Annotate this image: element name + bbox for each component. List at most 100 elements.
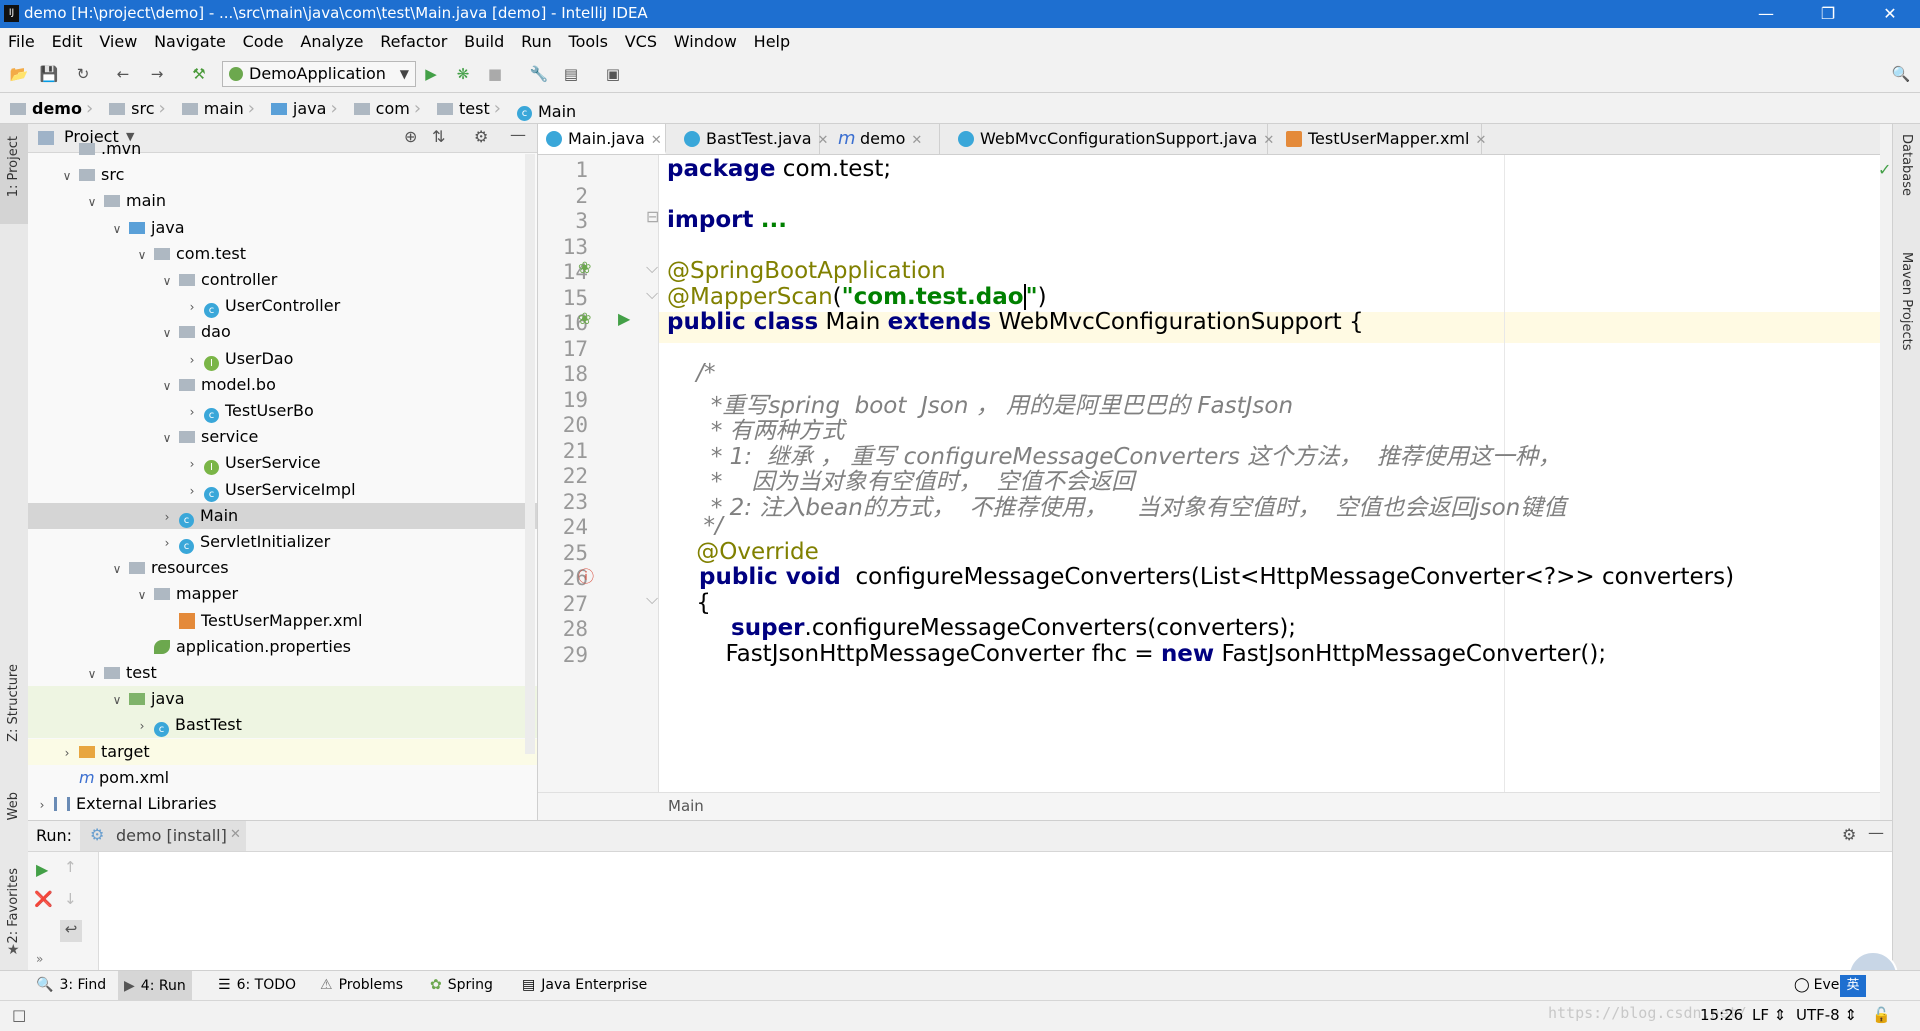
tree-row[interactable]: ∨ java	[28, 215, 537, 241]
menu-window[interactable]: Window	[674, 32, 737, 51]
sdk-icon[interactable]: ▣	[602, 63, 624, 85]
tree-row[interactable]: › c TestUserBo	[28, 398, 537, 424]
breadcrumb-main[interactable]: main ›	[172, 93, 261, 123]
tree-row[interactable]: ∨ resources	[28, 555, 537, 581]
tree-row[interactable]: ∨ model.bo	[28, 372, 537, 398]
run-icon[interactable]: ▶	[420, 63, 442, 85]
project-tool-button[interactable]: 1: Project	[0, 124, 28, 224]
breadcrumb-java[interactable]: java ›	[261, 93, 344, 123]
chevron-right-icon[interactable]: ›	[159, 504, 175, 530]
breadcrumb-src[interactable]: src ›	[99, 93, 172, 123]
tree-row[interactable]: › target	[28, 738, 537, 766]
chevron-right-icon[interactable]: ›	[59, 740, 75, 766]
tree-row[interactable]: › I UserService	[28, 450, 537, 476]
tree-row[interactable]: ∨ service	[28, 424, 537, 450]
pin-icon[interactable]: ❌	[34, 890, 53, 908]
menu-build[interactable]: Build	[464, 32, 504, 51]
chevron-down-icon[interactable]: ∨	[109, 687, 125, 713]
close-tab-icon[interactable]: ✕	[651, 133, 662, 148]
chevron-down-icon[interactable]: ∨	[84, 661, 100, 687]
up-arrow-icon[interactable]: ↑	[64, 858, 77, 876]
run-configuration-select[interactable]: DemoApplication ▼	[222, 61, 416, 87]
chevron-down-icon[interactable]: ∨	[84, 189, 100, 215]
spring-tool-button[interactable]: ✿ Spring	[430, 977, 493, 993]
chevron-down-icon[interactable]: ∨	[134, 242, 150, 268]
run-tab[interactable]: ⚙ demo [install] ✕	[80, 821, 246, 851]
menu-navigate[interactable]: Navigate	[154, 32, 226, 51]
build-hammer-icon[interactable]: ⚒	[188, 63, 210, 85]
minimize-button[interactable]: —	[1738, 0, 1794, 28]
tree-row[interactable]: › c Main	[28, 502, 537, 530]
chevron-right-icon[interactable]: ›	[184, 347, 200, 373]
chevron-right-icon[interactable]: ›	[184, 478, 200, 504]
chevron-right-icon[interactable]: ›	[34, 792, 50, 818]
chevron-right-icon[interactable]: ›	[159, 530, 175, 556]
structure-tool-button[interactable]: Z: Structure	[6, 664, 21, 742]
chevron-down-icon[interactable]: ∨	[59, 163, 75, 189]
chevron-right-icon[interactable]: ›	[184, 451, 200, 477]
menu-edit[interactable]: Edit	[52, 32, 83, 51]
breadcrumb-com[interactable]: com ›	[344, 93, 427, 123]
fold-icon[interactable]: ⌵	[646, 284, 658, 304]
tree-scrollbar[interactable]	[525, 154, 535, 754]
run-tool-button[interactable]: ▶ 4: Run	[118, 971, 192, 1001]
todo-tool-button[interactable]: ☰ 6: TODO	[218, 977, 296, 993]
tab-webmvc-java[interactable]: WebMvcConfigurationSupport.java ✕	[950, 124, 1274, 154]
close-tab-icon[interactable]: ✕	[1263, 133, 1274, 148]
toggle-tool-windows-icon[interactable]: □	[12, 1006, 26, 1024]
tree-row[interactable]: ∨ dao	[28, 319, 537, 345]
chevron-down-icon[interactable]: ∨	[109, 556, 125, 582]
forward-arrow-icon[interactable]: →	[146, 63, 168, 85]
tree-row[interactable]: › c BastTest	[28, 712, 537, 739]
tree-row[interactable]: › c UserServiceImpl	[28, 477, 537, 503]
chevron-down-icon[interactable]: ∨	[159, 373, 175, 399]
fold-icon[interactable]: ⊟	[646, 207, 659, 226]
chevron-right-icon[interactable]: ›	[184, 294, 200, 320]
menu-tools[interactable]: Tools	[569, 32, 608, 51]
breadcrumb-test[interactable]: test ›	[427, 93, 507, 123]
fold-icon[interactable]: ⌵	[646, 589, 658, 609]
tab-testusermapper-xml[interactable]: TestUserMapper.xml ✕	[1278, 124, 1486, 154]
breadcrumb-demo[interactable]: demo ›	[0, 93, 99, 123]
tab-demo-pom[interactable]: m demo ✕	[830, 124, 940, 154]
menu-analyze[interactable]: Analyze	[300, 32, 363, 51]
close-tab-icon[interactable]: ✕	[911, 133, 922, 148]
file-encoding[interactable]: UTF-8 ⇕	[1796, 1006, 1857, 1024]
tree-row[interactable]: ∨ java	[28, 686, 537, 713]
soft-wrap-icon[interactable]: ↩	[60, 920, 82, 942]
search-everywhere-icon[interactable]: 🔍	[1890, 63, 1912, 85]
chevron-right-icon[interactable]: ›	[184, 399, 200, 425]
close-tab-icon[interactable]: ✕	[818, 133, 829, 148]
maven-tool-button[interactable]: Maven Projects	[1899, 252, 1914, 351]
close-tab-icon[interactable]: ✕	[230, 827, 241, 842]
lock-icon[interactable]: 🔓	[1872, 1006, 1891, 1024]
hide-panel-icon[interactable]: —	[1868, 823, 1884, 842]
more-icon[interactable]: »	[36, 952, 43, 966]
tree-row[interactable]: ∨ test	[28, 660, 537, 686]
chevron-down-icon[interactable]: ∨	[159, 268, 175, 294]
run-main-icon[interactable]: ▶	[618, 309, 630, 328]
override-icon[interactable]: ⓘ	[578, 563, 594, 587]
close-button[interactable]: ✕	[1862, 0, 1918, 28]
chevron-down-icon[interactable]: ∨	[159, 320, 175, 346]
tree-row[interactable]: TestUserMapper.xml	[28, 608, 537, 634]
menu-help[interactable]: Help	[754, 32, 790, 51]
back-arrow-icon[interactable]: ←	[112, 63, 134, 85]
project-structure-icon[interactable]: ▤	[560, 63, 582, 85]
line-separator[interactable]: LF ⇕	[1752, 1006, 1786, 1024]
chevron-down-icon[interactable]: ∨	[134, 582, 150, 608]
web-tool-button[interactable]: Web	[6, 792, 21, 820]
gear-icon[interactable]: ⚙	[1842, 825, 1856, 844]
spring-bean-icon[interactable]: ❀	[578, 258, 591, 277]
tree-row[interactable]: m pom.xml	[28, 765, 537, 791]
menu-vcs[interactable]: VCS	[625, 32, 657, 51]
open-folder-icon[interactable]: 📂	[8, 63, 30, 85]
tree-row[interactable]: .mvn	[28, 136, 537, 162]
tree-row[interactable]: ∨ main	[28, 188, 537, 214]
menu-file[interactable]: File	[8, 32, 35, 51]
settings-wrench-icon[interactable]: 🔧	[528, 63, 550, 85]
tab-basttest-java[interactable]: BastTest.java ✕	[676, 124, 828, 154]
tree-row[interactable]: › c ServletInitializer	[28, 529, 537, 555]
fold-icon[interactable]: ⌵	[646, 258, 658, 278]
tree-row[interactable]: › c UserController	[28, 293, 537, 319]
